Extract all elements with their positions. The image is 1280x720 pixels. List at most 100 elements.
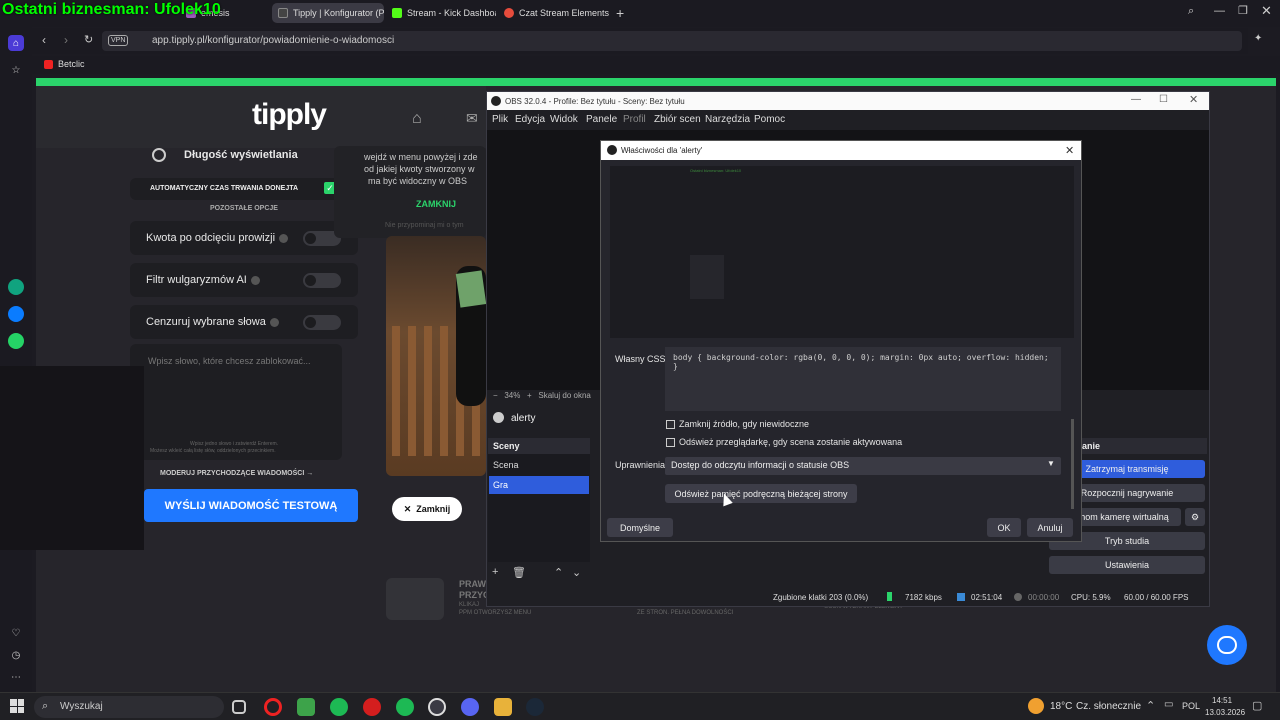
forward-icon[interactable]: › [64,33,68,47]
settings-gear-icon[interactable]: ⚙ [1185,508,1205,526]
dialog-close-icon[interactable]: ✕ [1065,144,1074,157]
heart-icon[interactable]: ♡ [8,625,24,641]
tipply-logo[interactable]: tipply [252,98,327,132]
network-icon[interactable]: ▭ [1164,699,1173,710]
spotify-2-icon[interactable] [396,698,414,716]
steam-icon[interactable] [526,698,544,716]
page-accent-bar [36,78,1276,86]
fence-plank [424,326,432,456]
refresh-checkbox[interactable] [666,438,675,447]
more-icon[interactable]: ⋯ [8,669,24,685]
send-test-button[interactable]: WYŚLIJ WIADOMOŚĆ TESTOWĄ [144,489,358,522]
reload-icon[interactable]: ↻ [84,33,93,46]
minecraft-icon[interactable] [297,698,315,716]
scene-item-active[interactable]: Gra [489,476,589,494]
chat-support-icon[interactable] [1207,625,1247,665]
obs-maximize-icon[interactable]: ☐ [1159,94,1168,105]
spotify-icon[interactable] [330,698,348,716]
menu-profil[interactable]: Profil [623,114,646,125]
defaults-button[interactable]: Domyślne [607,518,673,537]
tipply-favicon-icon [278,8,288,18]
opera-icon[interactable] [264,698,282,716]
permissions-select[interactable]: Dostęp do odczytu informacji o statusie … [665,457,1061,475]
whatsapp-icon[interactable] [8,333,24,349]
menu-widok[interactable]: Widok [550,114,578,125]
browser-tab[interactable]: Stream - Kick Dashboard [386,3,496,23]
tray-chevron-up-icon[interactable]: ⌃ [1146,699,1155,712]
scene-item[interactable]: Scena [493,460,519,470]
star-icon[interactable]: ☆ [8,62,24,78]
menu-zbior-scen[interactable]: Zbiór scen [654,114,701,125]
ai-filter-toggle[interactable] [303,273,341,288]
search-icon: ⌕ [42,700,49,712]
scenes-dock-title: Sceny [488,438,590,454]
url-input[interactable]: VPN app.tipply.pl/konfigurator/powiadomi… [102,31,1242,51]
obs-logo-icon [491,96,501,106]
search-tabs-icon[interactable]: ⌕ [1188,5,1194,18]
menu-narzedzia[interactable]: Narzędzia [705,114,750,125]
notifications-icon[interactable]: ▢ [1252,699,1262,712]
vpn-badge[interactable]: VPN [108,35,129,46]
history-icon[interactable]: ◷ [8,647,24,663]
menu-plik[interactable]: Plik [492,114,508,125]
menu-edycja[interactable]: Edycja [515,114,545,125]
browser-tab-active[interactable]: Tipply | Konfigurator (Pow [272,3,384,23]
home-icon[interactable]: ⌂ [8,35,24,51]
maximize-icon[interactable]: ❐ [1238,4,1248,17]
menu-pomoc[interactable]: Pomoc [754,114,785,125]
popup-remind-link[interactable]: Nie przypominaj mi o tym [385,222,464,229]
mail-nav-icon[interactable]: ✉ [466,110,478,127]
home-nav-icon[interactable]: ⌂ [412,110,422,128]
settings-button[interactable]: Ustawienia [1049,556,1205,574]
info-icon [279,233,289,243]
censor-toggle[interactable] [303,315,341,330]
minimize-icon[interactable]: — [1214,5,1225,17]
back-icon[interactable]: ‹ [42,33,46,47]
messenger-icon[interactable] [8,306,24,322]
obs-logo-icon [607,145,617,155]
move-down-icon[interactable]: ⌄ [572,566,581,579]
close-icon[interactable]: ✕ [1261,3,1272,19]
stream-overlay-title: Ostatni biznesman: Ufolek10 [2,1,221,18]
task-view-icon[interactable] [232,700,246,714]
dialog-scrollbar[interactable] [1071,419,1074,509]
close-x-icon: ✕ [403,503,412,514]
bookmark-betclic[interactable]: Betclic [58,59,85,69]
file-explorer-icon[interactable] [494,698,512,716]
censor-label: Cenzuruj wybrane słowa [146,316,279,328]
moderate-link[interactable]: MODERUJ PRZYCHODZĄCE WIADOMOŚCI → [160,470,313,477]
fps: 60.00 / 60.00 FPS [1124,593,1189,602]
radio-icon[interactable] [152,148,166,162]
obs-status-bar: Zgubione klatki 203 (0.0%) 7182 kbps 02:… [487,590,1209,606]
clock-time[interactable]: 14:51 [1212,696,1232,705]
ok-button[interactable]: OK [987,518,1021,537]
ai-icon[interactable]: ✦ [1254,33,1262,44]
obs-taskbar-icon[interactable] [428,698,446,716]
opera-gx-icon[interactable] [363,698,381,716]
discord-icon[interactable] [461,698,479,716]
chatgpt-icon[interactable] [8,279,24,295]
new-tab-plus-icon[interactable]: + [616,5,624,21]
menu-panele[interactable]: Panele [586,114,617,125]
zoom-label: Skaluj do okna [538,391,591,400]
move-up-icon[interactable]: ⌃ [554,566,563,579]
close-pill-button[interactable]: ✕ Zamknij [392,497,462,521]
obs-close-icon[interactable]: ✕ [1189,93,1198,106]
fence-plank [392,326,400,456]
shutdown-checkbox[interactable] [666,420,675,429]
browser-tab[interactable]: Czat Stream Elements nie [498,3,610,23]
popup-close-button[interactable]: ZAMKNIJ [416,199,456,209]
obs-minimize-icon[interactable]: — [1131,94,1141,105]
remove-scene-icon[interactable]: 🗑 [512,566,526,579]
weather-icon[interactable] [1028,698,1044,714]
clock-date[interactable]: 13.03.2026 [1205,708,1245,717]
record-icon [1014,593,1022,601]
refresh-cache-button[interactable]: Odśwież pamięć podręczną bieżącej strony [665,484,857,503]
info-icon [250,275,260,285]
custom-css-textarea[interactable]: body { background-color: rgba(0, 0, 0, 0… [665,347,1061,411]
language-indicator[interactable]: POL [1182,701,1200,711]
windows-start-icon[interactable] [10,699,24,713]
cancel-button[interactable]: Anuluj [1027,518,1073,537]
add-scene-icon[interactable]: + [492,566,498,578]
taskbar-search[interactable]: ⌕ Wyszukaj [34,696,224,718]
